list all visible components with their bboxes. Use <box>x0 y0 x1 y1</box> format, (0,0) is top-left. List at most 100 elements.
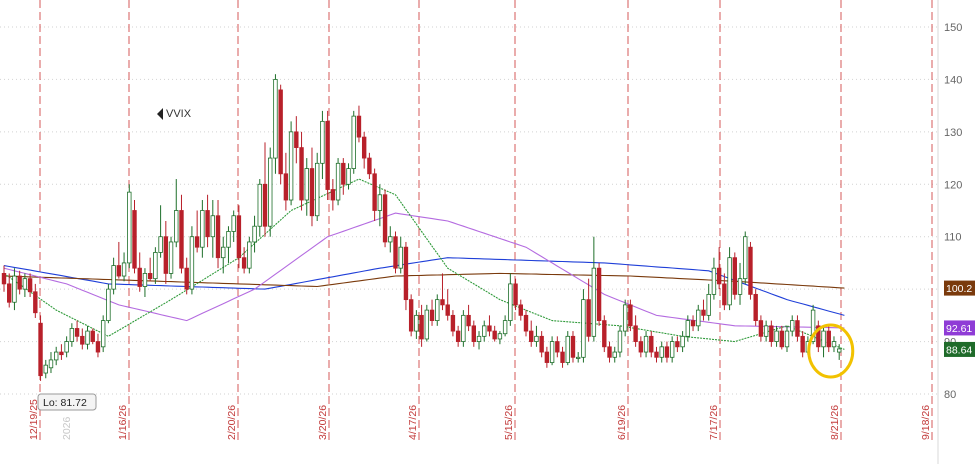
candle-body-up <box>784 330 790 348</box>
candle-body-up <box>54 351 59 361</box>
year-marker-label: 2026 <box>61 416 73 440</box>
candle-body-down <box>596 267 602 321</box>
candle-body-up <box>414 314 419 332</box>
vvix-chart: 809010011012013014015012/19/251/16/262/2… <box>0 0 975 464</box>
candle-body-down <box>664 346 670 358</box>
candle-body-down <box>309 168 315 217</box>
candle-body-down <box>1 273 7 285</box>
candle-body-down <box>638 341 644 353</box>
candle-body-up <box>685 320 691 337</box>
candle-body-up <box>351 115 356 169</box>
candle-body-down <box>633 325 638 342</box>
candle-body-up <box>268 157 273 227</box>
candle-body-up <box>581 299 586 358</box>
candle-body-down <box>826 330 831 348</box>
candle-body-down <box>492 330 497 340</box>
candle-body-up <box>168 241 174 274</box>
y-tick-label: 150 <box>944 22 962 34</box>
x-date-label: 2/20/26 <box>226 405 238 440</box>
candle-body-down <box>408 299 414 332</box>
x-date-label: 3/20/26 <box>317 405 329 440</box>
candle-body-up <box>12 275 17 303</box>
candle-body-down <box>403 246 409 301</box>
chart-svg: 809010011012013014015012/19/251/16/262/2… <box>0 0 975 464</box>
y-tick-label: 80 <box>944 389 956 401</box>
candle-body-down <box>372 173 377 211</box>
candle-body-down <box>800 335 805 353</box>
candle-body-up <box>48 359 54 369</box>
candle-body-down <box>137 267 142 287</box>
candle-body-up <box>189 236 195 290</box>
candle-body-down <box>445 304 450 316</box>
candle-body-up <box>85 330 90 345</box>
candle-body-down <box>132 210 137 269</box>
candle-body-down <box>607 346 612 358</box>
candle-body-down <box>341 162 346 185</box>
candle-body-down <box>194 236 200 248</box>
candle-body-down <box>90 330 95 342</box>
candle-body-up <box>142 273 148 287</box>
candle-body-down <box>732 257 737 295</box>
candle-body-up <box>831 341 837 348</box>
candle-body-up <box>711 267 717 295</box>
candle-body-up <box>669 341 675 358</box>
candle-body-up <box>69 328 75 342</box>
y-tick-label: 130 <box>944 127 962 139</box>
candle-body-down <box>722 283 727 306</box>
candle-body-down <box>529 330 534 342</box>
candle-body-up <box>424 309 430 340</box>
low-annotation-text: Lo: 81.72 <box>43 397 87 409</box>
candle-body-down <box>690 320 696 327</box>
candle-body-down <box>278 89 283 175</box>
candle-body-down <box>205 210 210 238</box>
price-badge-label: 100.2 <box>946 283 972 295</box>
candle-body-down <box>215 215 221 259</box>
candle-body-down <box>59 351 64 356</box>
price-badge-label: 88.64 <box>946 344 972 356</box>
candle-body-up <box>549 341 555 363</box>
y-tick-label: 140 <box>944 74 962 86</box>
candle-body-down <box>74 328 80 337</box>
candle-body-down <box>471 325 476 342</box>
candle-body-down <box>95 341 101 353</box>
candle-body-up <box>743 236 748 280</box>
candle-body-up <box>320 120 325 164</box>
candle-body-up <box>482 325 487 337</box>
candle-body-down <box>539 335 544 353</box>
candle-body-down <box>283 173 289 201</box>
candle-body-up <box>476 335 482 342</box>
price-badge: 92.61 <box>944 320 975 336</box>
x-date-label: 7/17/26 <box>708 405 720 440</box>
candle-body-up <box>591 267 597 337</box>
candle-body-down <box>450 314 456 332</box>
candle-body-up <box>335 162 341 201</box>
x-date-label: 6/19/26 <box>616 405 628 440</box>
candle-body-down <box>654 351 659 358</box>
candle-body-up <box>111 265 116 290</box>
candle-body-up <box>247 241 252 269</box>
candle-body-up <box>774 330 779 342</box>
candle-body-up <box>314 162 320 217</box>
candle-body-down <box>429 309 435 322</box>
candle-body-down <box>701 309 706 316</box>
candle-body-down <box>716 267 722 285</box>
y-tick-label: 120 <box>944 179 962 191</box>
candle-body-up <box>64 341 69 353</box>
candle-body-up <box>727 257 732 306</box>
candle-body-down <box>544 351 550 363</box>
candle-body-up <box>288 131 294 201</box>
candle-body-down <box>440 299 445 306</box>
candle-body-down <box>163 236 169 274</box>
candle-body-up <box>534 335 539 342</box>
candle-body-down <box>560 351 565 363</box>
price-badge: 100.2 <box>944 280 975 296</box>
candle-body-up <box>43 364 48 374</box>
candle-body-up <box>174 210 179 243</box>
candle-body-down <box>17 275 22 290</box>
price-badge: 88.64 <box>944 341 975 357</box>
candle-body-down <box>586 299 591 337</box>
x-date-label: 8/21/26 <box>829 405 841 440</box>
y-tick-label: 110 <box>944 232 962 244</box>
candle-body-down <box>753 293 758 321</box>
candle-body-down <box>7 283 12 303</box>
